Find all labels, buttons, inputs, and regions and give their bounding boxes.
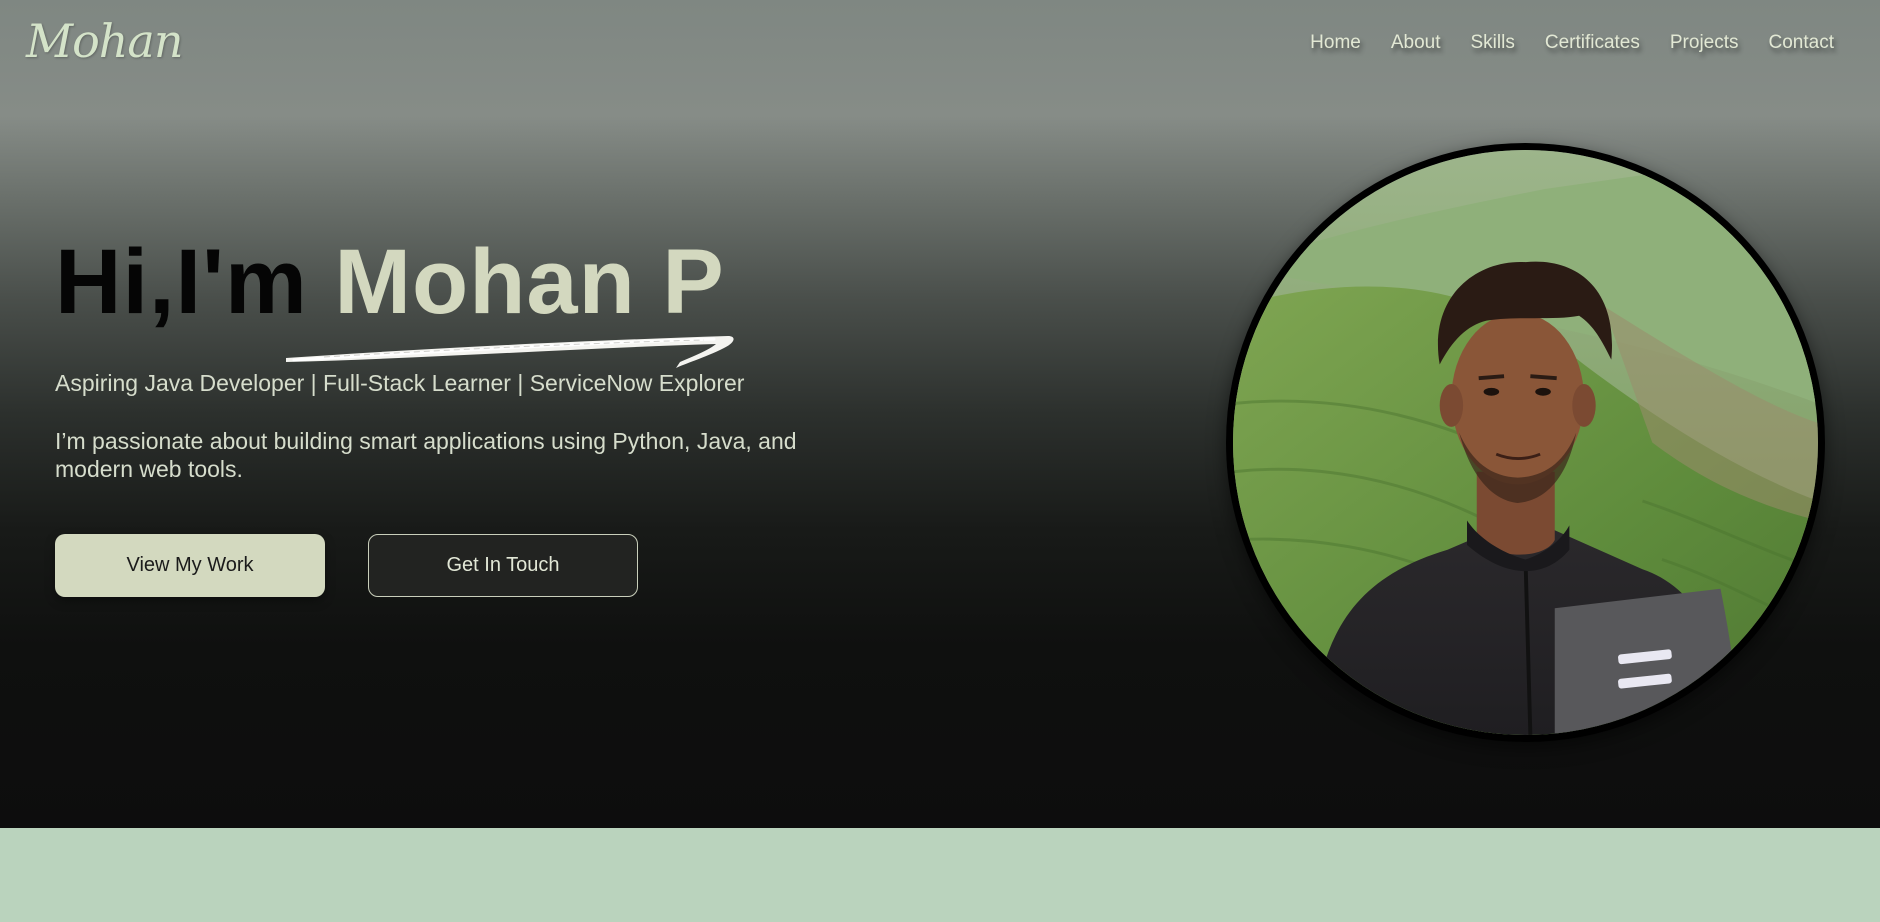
hero-headline: Hi,I'm Mohan P (55, 236, 725, 328)
hero-name: Mohan P (334, 231, 725, 333)
nav-projects[interactable]: Projects (1670, 32, 1739, 54)
view-my-work-button[interactable]: View My Work (55, 534, 325, 597)
nav-skills[interactable]: Skills (1471, 32, 1515, 54)
hero-tagline: Aspiring Java Developer | Full-Stack Lea… (55, 370, 745, 396)
profile-photo-image (1233, 150, 1818, 735)
hero-section: Mohan Home About Skills Certificates Pro… (0, 0, 1880, 828)
site-logo[interactable]: Mohan (26, 14, 183, 68)
main-nav: Home About Skills Certificates Projects … (1280, 32, 1834, 54)
nav-home[interactable]: Home (1310, 32, 1361, 54)
get-in-touch-button[interactable]: Get In Touch (368, 534, 638, 597)
nav-contact[interactable]: Contact (1769, 32, 1834, 54)
nav-certificates[interactable]: Certificates (1545, 32, 1640, 54)
profile-photo (1226, 143, 1825, 742)
hero-greeting: Hi,I'm (55, 231, 308, 333)
brush-underline-icon (286, 336, 734, 368)
next-section (0, 828, 1880, 922)
hero-description: I’m passionate about building smart appl… (55, 428, 797, 482)
nav-about[interactable]: About (1391, 32, 1441, 54)
